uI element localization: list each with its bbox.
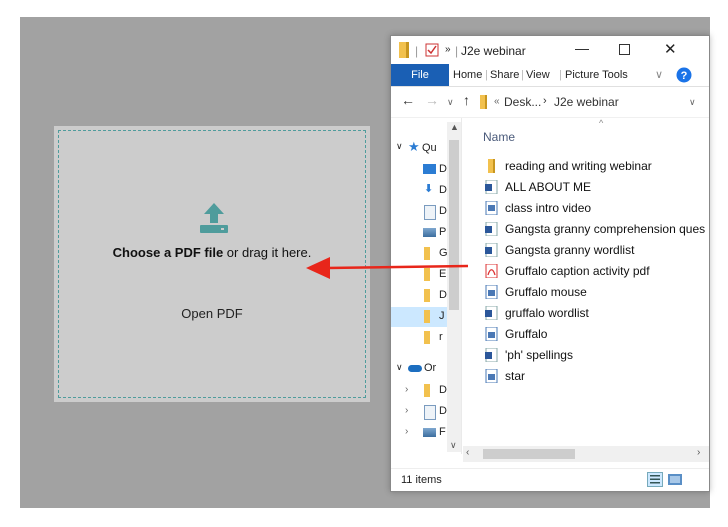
arrow-head-icon [306, 257, 330, 279]
drag-arrow [306, 257, 469, 279]
